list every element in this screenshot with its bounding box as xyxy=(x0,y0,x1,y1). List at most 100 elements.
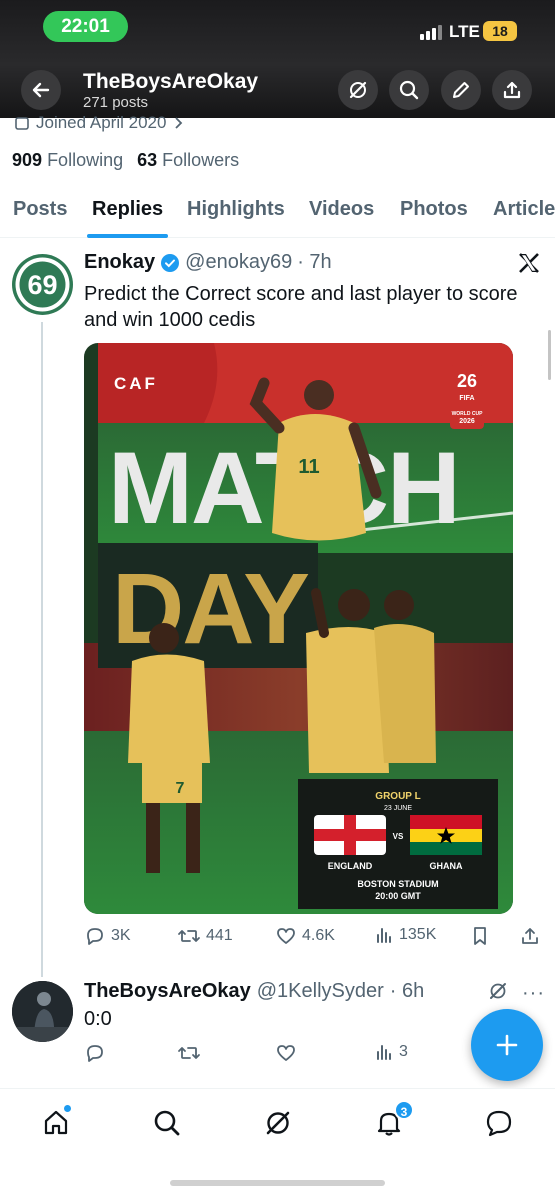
badge-number: 26 xyxy=(457,371,477,391)
tweet-actions: 3K 441 4.6K 135K xyxy=(84,925,544,951)
author-name[interactable]: Enokay xyxy=(84,251,155,274)
back-button[interactable] xyxy=(21,70,61,110)
ghana-flag-icon xyxy=(410,815,482,855)
repost-button[interactable]: 441 xyxy=(177,925,233,947)
followers-count: 63 xyxy=(137,150,158,170)
repost-button[interactable] xyxy=(177,1042,201,1064)
status-bar: 22:01 LTE 18 xyxy=(0,0,555,58)
tab-photos[interactable]: Photos xyxy=(400,198,468,221)
caf-label: CAF xyxy=(114,374,158,393)
tab-replies[interactable]: Replies xyxy=(92,198,163,221)
view-count: 3 xyxy=(399,1043,408,1060)
author-name[interactable]: TheBoysAreOkay xyxy=(84,980,251,1003)
grok-icon[interactable] xyxy=(488,980,508,1007)
tweet-media[interactable]: CAF MATCH DAY 26 FIFA WORLD CUP 2026 11 xyxy=(84,343,513,914)
back-arrow-icon xyxy=(32,82,50,98)
avatar[interactable] xyxy=(12,981,73,1042)
reply-button[interactable] xyxy=(84,1042,106,1064)
active-tab-indicator xyxy=(87,234,168,238)
nav-grok[interactable] xyxy=(261,1106,295,1140)
team-home: ENGLAND xyxy=(328,861,373,871)
jersey-number-top: 11 xyxy=(298,456,319,478)
scrollbar[interactable] xyxy=(548,330,551,380)
x-logo-icon xyxy=(517,251,541,280)
england-flag-icon xyxy=(314,815,386,855)
joined-date: Joined April 2020 xyxy=(14,113,184,133)
search-icon xyxy=(399,80,419,100)
tab-videos[interactable]: Videos xyxy=(309,198,374,221)
tab-articles[interactable]: Articles xyxy=(493,198,555,221)
views-button[interactable]: 3 xyxy=(374,1042,408,1062)
kickoff-time: 20:00 GMT xyxy=(375,891,421,901)
venue: BOSTON STADIUM xyxy=(357,879,438,889)
share-post-button[interactable] xyxy=(519,925,541,947)
reply-count: 3K xyxy=(111,927,131,944)
view-count: 135K xyxy=(399,926,437,943)
edit-button[interactable] xyxy=(441,70,481,110)
avatar-text: 69 xyxy=(27,270,57,300)
repost-icon xyxy=(178,1047,200,1059)
match-day-graphic: CAF MATCH DAY 26 FIFA WORLD CUP 2026 11 xyxy=(84,343,513,914)
plus-icon xyxy=(496,1034,518,1056)
reply-icon xyxy=(87,928,103,945)
jersey-number-left: 7 xyxy=(176,780,185,797)
nav-messages[interactable] xyxy=(482,1106,516,1140)
nav-home[interactable] xyxy=(39,1104,73,1140)
views-button[interactable]: 135K xyxy=(374,925,436,945)
author-handle[interactable]: @1KellySyder xyxy=(257,980,384,1003)
bookmark-icon xyxy=(474,927,486,945)
compose-button[interactable] xyxy=(471,1009,543,1081)
like-count: 4.6K xyxy=(302,927,335,944)
reply-icon xyxy=(87,1045,103,1062)
avatar[interactable]: 69 xyxy=(12,254,73,315)
notification-badge: 3 xyxy=(394,1100,414,1120)
verified-badge-icon xyxy=(161,253,180,272)
day-word: DAY xyxy=(112,553,309,665)
grok-icon xyxy=(349,81,367,99)
calendar-icon xyxy=(15,117,29,130)
grok-icon xyxy=(266,1111,290,1135)
like-button[interactable]: 4.6K xyxy=(275,925,335,947)
thread-line xyxy=(41,322,43,977)
group-label: GROUP L xyxy=(375,791,420,802)
reply-button[interactable]: 3K xyxy=(84,925,131,947)
bookmark-button[interactable] xyxy=(470,925,490,947)
search-button[interactable] xyxy=(389,70,429,110)
following-label: Following xyxy=(47,150,124,170)
badge-year: 2026 xyxy=(459,418,475,425)
network-label: LTE xyxy=(449,22,480,41)
post-time: · 7h xyxy=(297,251,332,273)
repost-count: 441 xyxy=(206,927,233,944)
versus-label: VS xyxy=(393,832,404,841)
time-pill: 22:01 xyxy=(43,11,128,42)
avatar-69-logo: 69 xyxy=(15,257,70,312)
team-away: GHANA xyxy=(430,861,463,871)
grok-button[interactable] xyxy=(338,70,378,110)
chat-bubble-icon xyxy=(486,1110,512,1137)
follow-stats: 909 Following 63 Followers xyxy=(12,150,239,171)
nav-notifications[interactable]: 3 xyxy=(372,1100,414,1140)
badge-text: WORLD CUP xyxy=(452,411,483,417)
share-button[interactable] xyxy=(492,70,532,110)
post-time: · 6h xyxy=(389,980,425,1002)
nav-search[interactable] xyxy=(150,1106,184,1140)
chevron-right-icon[interactable] xyxy=(172,116,184,130)
author-handle[interactable]: @enokay69 xyxy=(185,251,292,274)
home-unread-dot xyxy=(63,1104,72,1113)
match-date: 23 JUNE xyxy=(384,805,412,812)
pencil-icon xyxy=(453,82,469,98)
battery-icon: 18 xyxy=(483,21,517,41)
tweet-header: Enokay @enokay69 · 7h xyxy=(84,251,332,274)
share-icon xyxy=(522,928,538,944)
more-options-icon[interactable]: ··· xyxy=(522,982,545,1005)
signal-icon xyxy=(420,25,442,40)
tab-highlights[interactable]: Highlights xyxy=(187,198,285,221)
badge-fifa: FIFA xyxy=(459,395,474,402)
tab-posts[interactable]: Posts xyxy=(13,198,67,221)
like-button[interactable] xyxy=(275,1042,297,1064)
tweet-text: 0:0 xyxy=(84,1008,112,1030)
tweet-header: TheBoysAreOkay @1KellySyder · 6h xyxy=(84,980,424,1003)
followers-link[interactable]: 63 Followers xyxy=(137,150,239,171)
header-post-count: 271 posts xyxy=(83,94,149,111)
following-link[interactable]: 909 Following xyxy=(12,150,123,171)
